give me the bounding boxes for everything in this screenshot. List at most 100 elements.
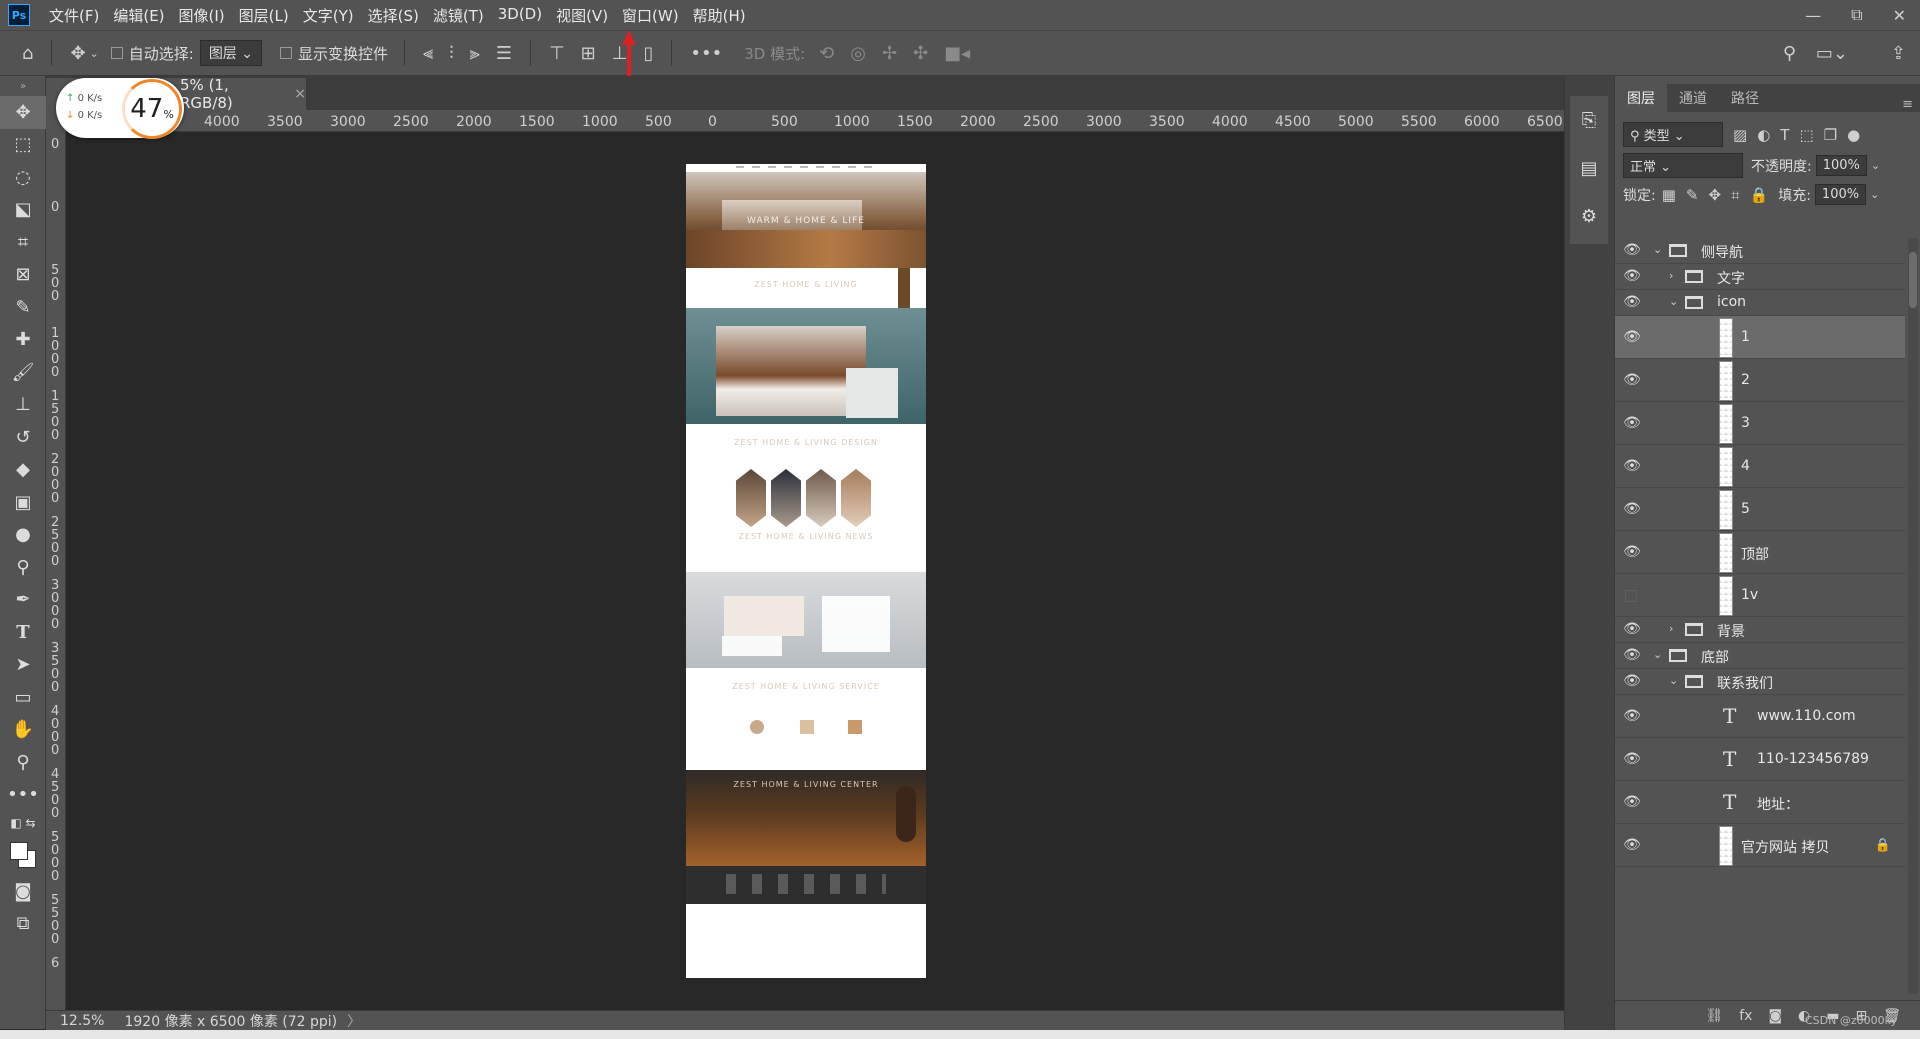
layer-row[interactable]: 👁 T 地址： — [1615, 781, 1905, 824]
zoom-tool[interactable]: ⚲ — [0, 746, 46, 779]
dodge-tool[interactable]: ⚲ — [0, 551, 46, 584]
restore-button[interactable]: ⧉ — [1851, 5, 1862, 25]
camera-3d-icon[interactable]: ■◂ — [944, 43, 970, 64]
menu-item-1[interactable]: 编辑(E) — [106, 5, 171, 26]
layer-row[interactable]: 👁 2 — [1615, 359, 1905, 402]
visibility-eye-icon[interactable]: 👁 — [1621, 837, 1643, 853]
opacity-chevron-icon[interactable]: ⌄ — [1871, 159, 1880, 172]
filter-smart-icon[interactable]: ❐ — [1824, 126, 1837, 144]
blend-mode-select[interactable]: 正常 ⌄ — [1623, 153, 1743, 178]
chevron-right-icon[interactable]: › — [1669, 622, 1673, 635]
menu-item-7[interactable]: 3D(D) — [491, 5, 549, 26]
chevron-down-icon[interactable]: ⌄ — [1669, 674, 1678, 687]
panel-menu-icon[interactable]: ≡ — [1902, 97, 1913, 112]
distribute-vertical-icon[interactable]: ▯ — [643, 43, 653, 64]
visibility-eye-icon[interactable]: 👁 — [1621, 294, 1643, 310]
menu-item-8[interactable]: 视图(V) — [549, 5, 615, 26]
properties-icon[interactable]: ▤ — [1570, 144, 1608, 192]
layer-style-icon[interactable]: fx — [1739, 1008, 1752, 1024]
visibility-eye-icon[interactable]: 👁 — [1621, 708, 1643, 724]
stamp-tool[interactable]: ⊥ — [0, 389, 46, 422]
menu-item-0[interactable]: 文件(F) — [42, 5, 106, 26]
status-more-icon[interactable]: 〉 — [347, 1011, 361, 1031]
workspace-icon[interactable]: ▭⌄ — [1816, 43, 1848, 64]
show-transform-checkbox[interactable] — [280, 47, 292, 59]
history-brush-tool[interactable]: ↺ — [0, 421, 46, 454]
layer-row[interactable]: 👁 4 — [1615, 445, 1905, 488]
fill-chevron-icon[interactable]: ⌄ — [1870, 188, 1879, 201]
align-left-icon[interactable]: ⫷ — [423, 43, 433, 64]
visibility-eye-icon[interactable]: 👁 — [1621, 458, 1643, 474]
layer-row[interactable]: 👁 ⌄ icon — [1615, 290, 1905, 316]
minimize-button[interactable]: — — [1805, 6, 1821, 25]
lock-position-icon[interactable]: ✥ — [1708, 186, 1721, 204]
filter-adjust-icon[interactable]: ◐ — [1757, 126, 1770, 144]
orbit-3d-icon[interactable]: ⟲ — [819, 43, 834, 64]
chevron-down-icon[interactable]: ⌄ — [90, 47, 99, 60]
layer-row[interactable]: 👁 3 — [1615, 402, 1905, 445]
align-center-icon[interactable]: ⫶ — [449, 43, 454, 64]
tab-channels[interactable]: 通道 — [1667, 84, 1719, 112]
layer-row[interactable]: 1v — [1615, 574, 1905, 617]
layer-row[interactable]: 👁 1 — [1615, 316, 1905, 359]
lock-all-icon[interactable]: 🔒 — [1750, 186, 1769, 204]
chevron-down-icon[interactable]: ⌄ — [1653, 648, 1662, 661]
hand-tool[interactable]: ✋ — [0, 714, 46, 747]
filter-pixel-icon[interactable]: ▨ — [1733, 126, 1747, 144]
distribute-icon[interactable]: ☰ — [496, 43, 512, 64]
visibility-eye-icon[interactable]: 👁 — [1621, 673, 1643, 689]
layer-filter-select[interactable]: ⚲ 类型 ⌄ — [1623, 122, 1723, 147]
filter-type-icon[interactable]: T — [1780, 126, 1789, 144]
pen-tool[interactable]: ✒ — [0, 584, 46, 617]
visibility-eye-icon[interactable]: 👁 — [1621, 242, 1643, 258]
fill-input[interactable]: 100% — [1814, 184, 1867, 205]
type-tool[interactable]: T — [0, 616, 46, 649]
opacity-input[interactable]: 100% — [1815, 155, 1867, 176]
layer-row[interactable]: 👁 ⌄ 侧导航 — [1615, 238, 1905, 264]
roll-3d-icon[interactable]: ◎ — [850, 43, 866, 64]
add-mask-icon[interactable]: ◙ — [1768, 1008, 1782, 1024]
frame-tool[interactable]: ⊠ — [0, 259, 46, 292]
tab-layers[interactable]: 图层 — [1615, 84, 1667, 112]
pan-3d-icon[interactable]: ✢ — [882, 43, 897, 64]
menu-item-3[interactable]: 图层(L) — [232, 5, 296, 26]
align-top-icon[interactable]: ⊤ — [549, 43, 565, 64]
layer-list-scrollbar[interactable] — [1908, 238, 1918, 994]
tab-paths[interactable]: 路径 — [1719, 84, 1771, 112]
chevron-down-icon[interactable]: ⌄ — [1669, 295, 1678, 308]
visibility-eye-icon[interactable]: 👁 — [1621, 751, 1643, 767]
collapse-tools-icon[interactable]: » — [0, 76, 46, 96]
layer-row[interactable]: 👁 › 背景 — [1615, 617, 1905, 643]
layer-row[interactable]: 👁 ⌄ 联系我们 — [1615, 669, 1905, 695]
slide-3d-icon[interactable]: ✣ — [913, 43, 928, 64]
layer-row[interactable]: 👁 › 文字 — [1615, 264, 1905, 290]
menu-item-6[interactable]: 滤镜(T) — [426, 5, 491, 26]
menu-item-2[interactable]: 图像(I) — [172, 5, 232, 26]
menu-item-10[interactable]: 帮助(H) — [686, 5, 753, 26]
visibility-eye-icon[interactable]: 👁 — [1621, 415, 1643, 431]
link-layers-icon[interactable]: ⛓ — [1705, 1008, 1723, 1024]
visibility-eye-icon[interactable]: 👁 — [1621, 268, 1643, 284]
lock-transparent-icon[interactable]: ▦ — [1662, 186, 1676, 204]
chevron-down-icon[interactable]: ⌄ — [1653, 243, 1662, 256]
layer-row[interactable]: 👁 5 — [1615, 488, 1905, 531]
more-options-icon[interactable]: ••• — [690, 43, 722, 64]
home-icon[interactable]: ⌂ — [22, 43, 33, 64]
move-tool-icon[interactable]: ✥ — [70, 43, 85, 64]
move-tool[interactable]: ✥ — [0, 96, 46, 129]
visibility-eye-icon[interactable]: 👁 — [1621, 794, 1643, 810]
search-icon[interactable]: ⚲ — [1783, 43, 1796, 64]
path-select-tool[interactable]: ➤ — [0, 649, 46, 682]
layer-row[interactable]: 👁 T 110-123456789 — [1615, 738, 1905, 781]
swap-colors[interactable]: ◧ ⇆ — [0, 811, 46, 835]
gradient-tool[interactable]: ▣ — [0, 486, 46, 519]
libraries-icon[interactable]: ⚙ — [1570, 192, 1608, 240]
chevron-right-icon[interactable]: › — [1669, 269, 1673, 282]
layer-row[interactable]: 👁 ⌄ 底部 — [1615, 643, 1905, 669]
filter-toggle-icon[interactable]: ● — [1847, 126, 1860, 144]
edit-toolbar[interactable]: ••• — [0, 779, 46, 812]
menu-item-4[interactable]: 文字(Y) — [296, 5, 361, 26]
auto-select-checkbox[interactable] — [110, 47, 123, 59]
align-middle-icon[interactable]: ⊞ — [581, 43, 596, 64]
close-tab-icon[interactable]: × — [294, 86, 306, 102]
